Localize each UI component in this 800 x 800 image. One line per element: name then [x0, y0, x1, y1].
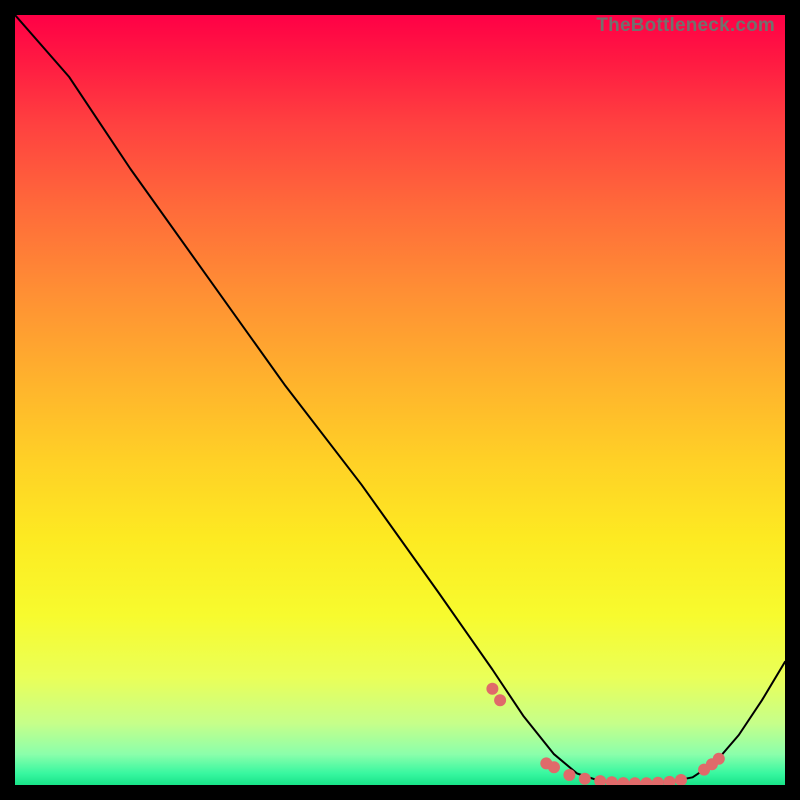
curve-marker	[640, 777, 652, 785]
curve-markers	[486, 683, 724, 785]
curve-marker	[629, 777, 641, 785]
curve-layer	[15, 15, 785, 785]
curve-marker	[494, 694, 506, 706]
curve-marker	[617, 777, 629, 785]
curve-marker	[548, 761, 560, 773]
curve-marker	[486, 683, 498, 695]
curve-marker	[706, 758, 718, 770]
bottleneck-curve	[15, 15, 785, 784]
curve-marker	[664, 776, 676, 785]
curve-marker	[594, 775, 606, 785]
curve-marker	[540, 757, 552, 769]
curve-marker	[652, 777, 664, 785]
curve-marker	[698, 764, 710, 776]
attribution-label: TheBottleneck.com	[596, 15, 775, 37]
curve-marker	[579, 773, 591, 785]
curve-marker	[563, 769, 575, 781]
chart-frame: TheBottleneck.com	[0, 0, 800, 800]
curve-marker	[713, 753, 725, 765]
curve-marker	[606, 776, 618, 785]
plot-area: TheBottleneck.com	[15, 15, 785, 785]
curve-marker	[675, 774, 687, 785]
